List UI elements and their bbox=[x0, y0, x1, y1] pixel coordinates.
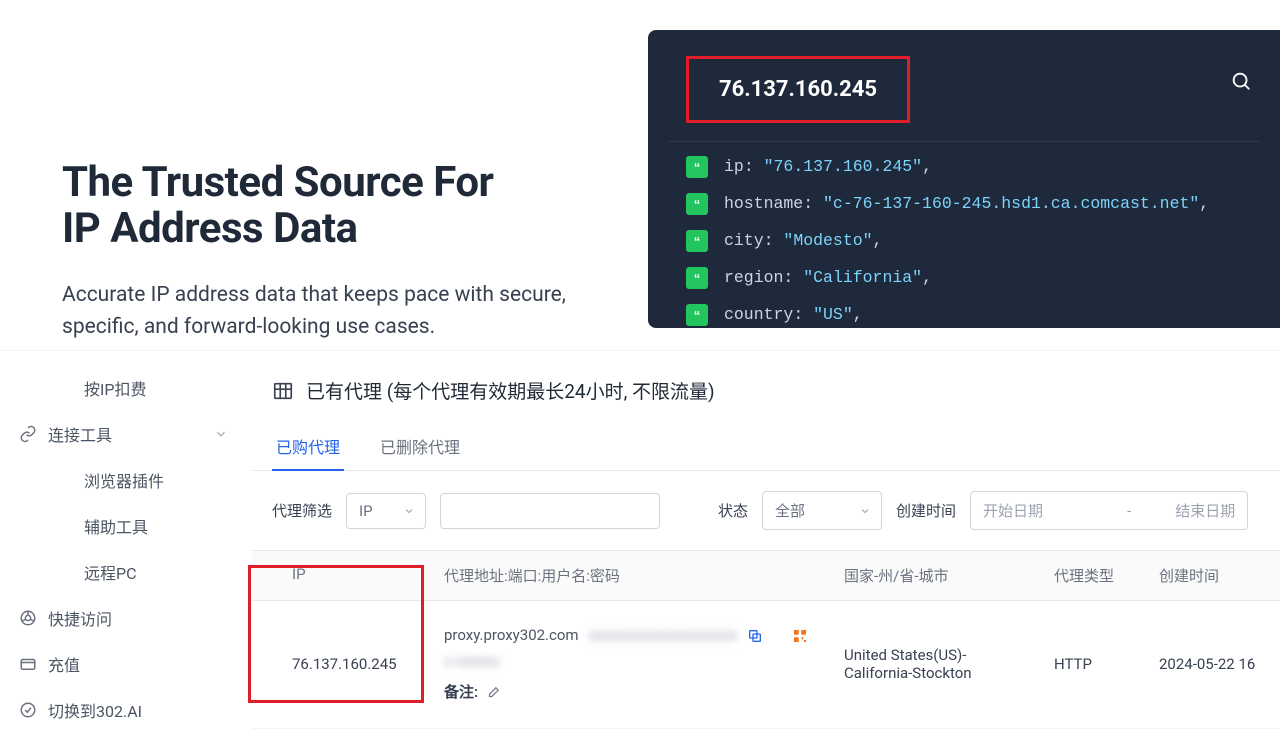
hero-section: The Trusted Source For IP Address Data A… bbox=[0, 0, 1280, 350]
date-range-picker[interactable]: 开始日期 - 结束日期 bbox=[970, 491, 1248, 530]
table-row: 76.137.160.245 proxy.proxy302.com xxxxxxx… bbox=[252, 601, 1280, 729]
main-header-text: 已有代理 (每个代理有效期最长24小时, 不限流量) bbox=[306, 377, 715, 404]
search-icon[interactable] bbox=[1230, 70, 1252, 92]
search-ip-value: 76.137.160.245 bbox=[719, 77, 877, 102]
quote-icon: “ bbox=[686, 267, 708, 289]
th-addr: 代理地址:端口:用户名:密码 bbox=[432, 551, 832, 600]
kv-row: “region: "California", bbox=[686, 267, 1242, 289]
kv-row: “hostname: "c-76-137-160-245.hsd1.ca.com… bbox=[686, 193, 1242, 215]
td-ctime: 2024-05-22 16 bbox=[1147, 601, 1277, 728]
created-label: 创建时间 bbox=[896, 500, 956, 521]
proxy-address-visible: proxy.proxy302.com bbox=[444, 623, 579, 649]
search-highlight-box: 76.137.160.245 bbox=[686, 56, 910, 123]
proxy-address-blurred2: x xxxxxx bbox=[444, 652, 500, 670]
qr-icon[interactable] bbox=[792, 628, 808, 644]
filter-ip-select[interactable]: IP bbox=[346, 493, 426, 529]
tabs: 已购代理已删除代理 bbox=[252, 422, 1280, 471]
sidebar-item-label: 远程PC bbox=[84, 560, 137, 584]
start-date-placeholder: 开始日期 bbox=[983, 500, 1043, 521]
sidebar-item-label: 连接工具 bbox=[48, 422, 112, 446]
quote-icon: “ bbox=[686, 230, 708, 252]
hero-subtitle: Accurate IP address data that keeps pace… bbox=[62, 280, 582, 343]
chevron-down-icon bbox=[859, 505, 871, 517]
kv-key: country bbox=[724, 307, 793, 324]
admin-panel: 按IP扣费连接工具浏览器插件辅助工具远程PC 快捷访问充值切换到302.AI 已有… bbox=[0, 350, 1280, 720]
end-date-placeholder: 结束日期 bbox=[1175, 500, 1235, 521]
kv-value: "c-76-137-160-245.hsd1.ca.comcast.net" bbox=[823, 196, 1199, 213]
th-ctime: 创建时间 bbox=[1147, 551, 1277, 600]
kv-value: "California" bbox=[803, 270, 922, 287]
kv-value: "US" bbox=[813, 307, 853, 324]
td-type: HTTP bbox=[1042, 601, 1147, 728]
kv-key: hostname bbox=[724, 196, 803, 213]
tab[interactable]: 已删除代理 bbox=[376, 422, 464, 470]
kv-key: ip bbox=[724, 159, 744, 176]
link-icon bbox=[18, 424, 38, 444]
td-addr: proxy.proxy302.com xxxxxxxxxxxxxxxxxxxx x… bbox=[432, 601, 832, 728]
filter-ip-input[interactable] bbox=[440, 493, 660, 529]
sidebar-item-label: 充值 bbox=[48, 652, 80, 676]
main-header: 已有代理 (每个代理有效期最长24小时, 不限流量) bbox=[252, 351, 1280, 422]
sidebar-item[interactable]: 切换到302.AI bbox=[0, 687, 252, 733]
sidebar-item-label: 按IP扣费 bbox=[84, 376, 146, 400]
th-loc: 国家-州/省-城市 bbox=[832, 551, 1042, 600]
td-loc: United States(US)-California-Stockton bbox=[832, 601, 1042, 728]
kv-row: “city: "Modesto", bbox=[686, 230, 1242, 252]
quote-icon: “ bbox=[686, 304, 708, 326]
sidebar-item[interactable]: 辅助工具 bbox=[0, 503, 252, 549]
copy-icon[interactable] bbox=[747, 628, 763, 644]
kv-row: “ip: "76.137.160.245", bbox=[686, 156, 1242, 178]
sidebar-item-label: 浏览器插件 bbox=[84, 468, 164, 492]
th-type: 代理类型 bbox=[1042, 551, 1147, 600]
table-icon bbox=[272, 380, 294, 402]
proxy-address-blurred: xxxxxxxxxxxxxxxxxxxx bbox=[589, 623, 738, 649]
kv-key: region bbox=[724, 270, 783, 287]
tab[interactable]: 已购代理 bbox=[272, 422, 344, 470]
sidebar-item[interactable]: 快捷访问 bbox=[0, 595, 252, 641]
filter-label: 代理筛选 bbox=[272, 500, 332, 521]
switch-icon bbox=[18, 700, 38, 720]
hero-title-line1: The Trusted Source For bbox=[62, 158, 493, 207]
sidebar: 按IP扣费连接工具浏览器插件辅助工具远程PC 快捷访问充值切换到302.AI bbox=[0, 351, 252, 720]
chrome-icon bbox=[18, 608, 38, 628]
kv-key: city bbox=[724, 233, 764, 250]
hero-title: The Trusted Source For IP Address Data bbox=[62, 160, 582, 252]
chevron-down-icon bbox=[214, 427, 228, 441]
sidebar-item-label: 辅助工具 bbox=[84, 514, 148, 538]
proxy-table: IP 代理地址:端口:用户名:密码 国家-州/省-城市 代理类型 创建时间 76… bbox=[252, 550, 1280, 729]
sidebar-item[interactable]: 远程PC bbox=[0, 549, 252, 595]
filter-status-select[interactable]: 全部 bbox=[762, 491, 882, 530]
hero-title-line2: IP Address Data bbox=[62, 204, 358, 253]
sidebar-item[interactable]: 充值 bbox=[0, 641, 252, 687]
remark-label: 备注: bbox=[444, 680, 478, 706]
sidebar-item[interactable]: 连接工具 bbox=[0, 411, 252, 457]
kv-row: “country: "US", bbox=[686, 304, 1242, 326]
td-ip: 76.137.160.245 bbox=[252, 601, 432, 728]
quote-icon: “ bbox=[686, 156, 708, 178]
filters-row: 代理筛选 IP 状态 全部 创建时间 开始日期 - 结束日期 bbox=[252, 471, 1280, 550]
sidebar-item-label: 切换到302.AI bbox=[48, 698, 142, 722]
kv-value: "76.137.160.245" bbox=[764, 159, 922, 176]
kv-value: "Modesto" bbox=[783, 233, 872, 250]
sidebar-item-label: 快捷访问 bbox=[48, 606, 112, 630]
sidebar-item[interactable]: 按IP扣费 bbox=[0, 365, 252, 411]
edit-icon[interactable] bbox=[486, 686, 500, 700]
ip-lookup-card: 76.137.160.245 “ip: "76.137.160.245",“ho… bbox=[648, 30, 1280, 328]
main-area: 已有代理 (每个代理有效期最长24小时, 不限流量) 已购代理已删除代理 代理筛… bbox=[252, 351, 1280, 720]
th-ip: IP bbox=[252, 551, 432, 600]
chevron-down-icon bbox=[403, 505, 415, 517]
wallet-icon bbox=[18, 654, 38, 674]
sidebar-item[interactable]: 浏览器插件 bbox=[0, 457, 252, 503]
ip-details-list: “ip: "76.137.160.245",“hostname: "c-76-1… bbox=[648, 142, 1280, 326]
table-header-row: IP 代理地址:端口:用户名:密码 国家-州/省-城市 代理类型 创建时间 bbox=[252, 551, 1280, 601]
quote-icon: “ bbox=[686, 193, 708, 215]
status-label: 状态 bbox=[718, 500, 748, 521]
